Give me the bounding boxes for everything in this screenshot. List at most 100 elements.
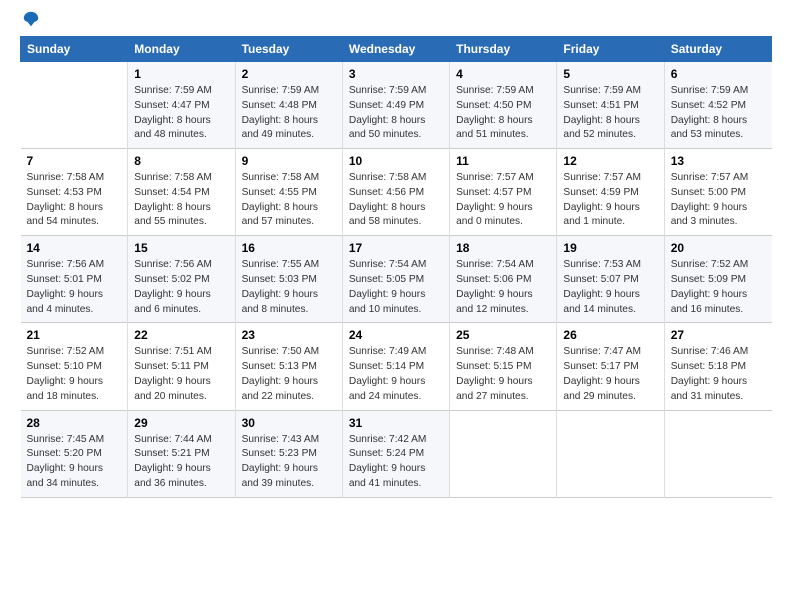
cell-details: Sunrise: 7:44 AMSunset: 5:21 PMDaylight:… xyxy=(134,433,228,492)
weekday-header: Friday xyxy=(557,37,664,62)
cell-details: Sunrise: 7:59 AMSunset: 4:48 PMDaylight:… xyxy=(242,84,336,143)
cell-details: Sunrise: 7:59 AMSunset: 4:47 PMDaylight:… xyxy=(134,84,228,143)
cell-details: Sunrise: 7:57 AMSunset: 5:00 PMDaylight:… xyxy=(671,171,766,230)
day-number: 5 xyxy=(563,67,657,81)
calendar-cell: 8 Sunrise: 7:58 AMSunset: 4:54 PMDaylight… xyxy=(128,149,235,236)
day-number: 11 xyxy=(456,154,550,168)
day-number: 8 xyxy=(134,154,228,168)
day-number: 10 xyxy=(349,154,443,168)
calendar-cell: 26 Sunrise: 7:47 AMSunset: 5:17 PMDayligh… xyxy=(557,323,664,410)
day-number: 17 xyxy=(349,241,443,255)
day-number: 4 xyxy=(456,67,550,81)
calendar-cell: 2 Sunrise: 7:59 AMSunset: 4:48 PMDaylight… xyxy=(235,62,342,149)
weekday-header: Monday xyxy=(128,37,235,62)
cell-details: Sunrise: 7:46 AMSunset: 5:18 PMDaylight:… xyxy=(671,345,766,404)
calendar-cell: 17 Sunrise: 7:54 AMSunset: 5:05 PMDayligh… xyxy=(342,236,449,323)
day-number: 21 xyxy=(27,328,122,342)
cell-details: Sunrise: 7:47 AMSunset: 5:17 PMDaylight:… xyxy=(563,345,657,404)
calendar-cell: 10 Sunrise: 7:58 AMSunset: 4:56 PMDayligh… xyxy=(342,149,449,236)
day-number: 23 xyxy=(242,328,336,342)
calendar-cell: 28 Sunrise: 7:45 AMSunset: 5:20 PMDayligh… xyxy=(21,410,128,497)
calendar-cell: 4 Sunrise: 7:59 AMSunset: 4:50 PMDaylight… xyxy=(450,62,557,149)
calendar-cell: 22 Sunrise: 7:51 AMSunset: 5:11 PMDayligh… xyxy=(128,323,235,410)
calendar-row: 28 Sunrise: 7:45 AMSunset: 5:20 PMDayligh… xyxy=(21,410,772,497)
calendar-cell: 1 Sunrise: 7:59 AMSunset: 4:47 PMDaylight… xyxy=(128,62,235,149)
cell-details: Sunrise: 7:45 AMSunset: 5:20 PMDaylight:… xyxy=(27,433,122,492)
cell-details: Sunrise: 7:59 AMSunset: 4:51 PMDaylight:… xyxy=(563,84,657,143)
cell-details: Sunrise: 7:58 AMSunset: 4:53 PMDaylight:… xyxy=(27,171,122,230)
calendar-cell xyxy=(664,410,771,497)
cell-details: Sunrise: 7:59 AMSunset: 4:50 PMDaylight:… xyxy=(456,84,550,143)
cell-details: Sunrise: 7:48 AMSunset: 5:15 PMDaylight:… xyxy=(456,345,550,404)
calendar-cell: 25 Sunrise: 7:48 AMSunset: 5:15 PMDayligh… xyxy=(450,323,557,410)
cell-details: Sunrise: 7:50 AMSunset: 5:13 PMDaylight:… xyxy=(242,345,336,404)
calendar-cell: 30 Sunrise: 7:43 AMSunset: 5:23 PMDayligh… xyxy=(235,410,342,497)
calendar-cell: 24 Sunrise: 7:49 AMSunset: 5:14 PMDayligh… xyxy=(342,323,449,410)
cell-details: Sunrise: 7:54 AMSunset: 5:05 PMDaylight:… xyxy=(349,258,443,317)
cell-details: Sunrise: 7:52 AMSunset: 5:09 PMDaylight:… xyxy=(671,258,766,317)
cell-details: Sunrise: 7:56 AMSunset: 5:02 PMDaylight:… xyxy=(134,258,228,317)
calendar-cell: 23 Sunrise: 7:50 AMSunset: 5:13 PMDayligh… xyxy=(235,323,342,410)
day-number: 12 xyxy=(563,154,657,168)
calendar-cell: 5 Sunrise: 7:59 AMSunset: 4:51 PMDaylight… xyxy=(557,62,664,149)
calendar-body: 1 Sunrise: 7:59 AMSunset: 4:47 PMDaylight… xyxy=(21,62,772,498)
cell-details: Sunrise: 7:53 AMSunset: 5:07 PMDaylight:… xyxy=(563,258,657,317)
calendar-row: 1 Sunrise: 7:59 AMSunset: 4:47 PMDaylight… xyxy=(21,62,772,149)
calendar-cell xyxy=(557,410,664,497)
calendar-cell: 11 Sunrise: 7:57 AMSunset: 4:57 PMDayligh… xyxy=(450,149,557,236)
cell-details: Sunrise: 7:49 AMSunset: 5:14 PMDaylight:… xyxy=(349,345,443,404)
weekday-header: Tuesday xyxy=(235,37,342,62)
calendar-cell: 3 Sunrise: 7:59 AMSunset: 4:49 PMDaylight… xyxy=(342,62,449,149)
weekday-header: Thursday xyxy=(450,37,557,62)
calendar-cell: 29Sunrise: 7:44 AMSunset: 5:21 PMDayligh… xyxy=(128,410,235,497)
header-row: SundayMondayTuesdayWednesdayThursdayFrid… xyxy=(21,37,772,62)
day-number: 6 xyxy=(671,67,766,81)
calendar-row: 21 Sunrise: 7:52 AMSunset: 5:10 PMDayligh… xyxy=(21,323,772,410)
day-number: 18 xyxy=(456,241,550,255)
calendar-row: 14 Sunrise: 7:56 AMSunset: 5:01 PMDayligh… xyxy=(21,236,772,323)
cell-details: Sunrise: 7:58 AMSunset: 4:56 PMDaylight:… xyxy=(349,171,443,230)
day-number: 28 xyxy=(27,416,122,430)
day-number: 14 xyxy=(27,241,122,255)
day-number: 1 xyxy=(134,67,228,81)
calendar-table: SundayMondayTuesdayWednesdayThursdayFrid… xyxy=(20,36,772,498)
cell-details: Sunrise: 7:56 AMSunset: 5:01 PMDaylight:… xyxy=(27,258,122,317)
calendar-cell: 20Sunrise: 7:52 AMSunset: 5:09 PMDayligh… xyxy=(664,236,771,323)
page: SundayMondayTuesdayWednesdayThursdayFrid… xyxy=(0,0,792,508)
calendar-cell: 15 Sunrise: 7:56 AMSunset: 5:02 PMDayligh… xyxy=(128,236,235,323)
day-number: 15 xyxy=(134,241,228,255)
logo xyxy=(20,18,40,24)
cell-details: Sunrise: 7:51 AMSunset: 5:11 PMDaylight:… xyxy=(134,345,228,404)
calendar-cell: 13 Sunrise: 7:57 AMSunset: 5:00 PMDayligh… xyxy=(664,149,771,236)
day-number: 9 xyxy=(242,154,336,168)
calendar-cell: 9 Sunrise: 7:58 AMSunset: 4:55 PMDaylight… xyxy=(235,149,342,236)
calendar-cell: 31Sunrise: 7:42 AMSunset: 5:24 PMDayligh… xyxy=(342,410,449,497)
weekday-header: Saturday xyxy=(664,37,771,62)
day-number: 26 xyxy=(563,328,657,342)
header xyxy=(20,18,772,24)
cell-details: Sunrise: 7:52 AMSunset: 5:10 PMDaylight:… xyxy=(27,345,122,404)
weekday-header: Sunday xyxy=(21,37,128,62)
logo-bird-icon xyxy=(22,10,40,28)
day-number: 7 xyxy=(27,154,122,168)
day-number: 2 xyxy=(242,67,336,81)
day-number: 24 xyxy=(349,328,443,342)
cell-details: Sunrise: 7:58 AMSunset: 4:54 PMDaylight:… xyxy=(134,171,228,230)
day-number: 22 xyxy=(134,328,228,342)
calendar-cell xyxy=(21,62,128,149)
calendar-cell xyxy=(450,410,557,497)
cell-details: Sunrise: 7:58 AMSunset: 4:55 PMDaylight:… xyxy=(242,171,336,230)
day-number: 3 xyxy=(349,67,443,81)
cell-details: Sunrise: 7:59 AMSunset: 4:49 PMDaylight:… xyxy=(349,84,443,143)
day-number: 16 xyxy=(242,241,336,255)
day-number: 25 xyxy=(456,328,550,342)
calendar-cell: 16Sunrise: 7:55 AMSunset: 5:03 PMDayligh… xyxy=(235,236,342,323)
cell-details: Sunrise: 7:57 AMSunset: 4:57 PMDaylight:… xyxy=(456,171,550,230)
day-number: 13 xyxy=(671,154,766,168)
calendar-cell: 7 Sunrise: 7:58 AMSunset: 4:53 PMDaylight… xyxy=(21,149,128,236)
cell-details: Sunrise: 7:42 AMSunset: 5:24 PMDaylight:… xyxy=(349,433,443,492)
day-number: 30 xyxy=(242,416,336,430)
calendar-header: SundayMondayTuesdayWednesdayThursdayFrid… xyxy=(21,37,772,62)
calendar-cell: 19Sunrise: 7:53 AMSunset: 5:07 PMDayligh… xyxy=(557,236,664,323)
cell-details: Sunrise: 7:43 AMSunset: 5:23 PMDaylight:… xyxy=(242,433,336,492)
